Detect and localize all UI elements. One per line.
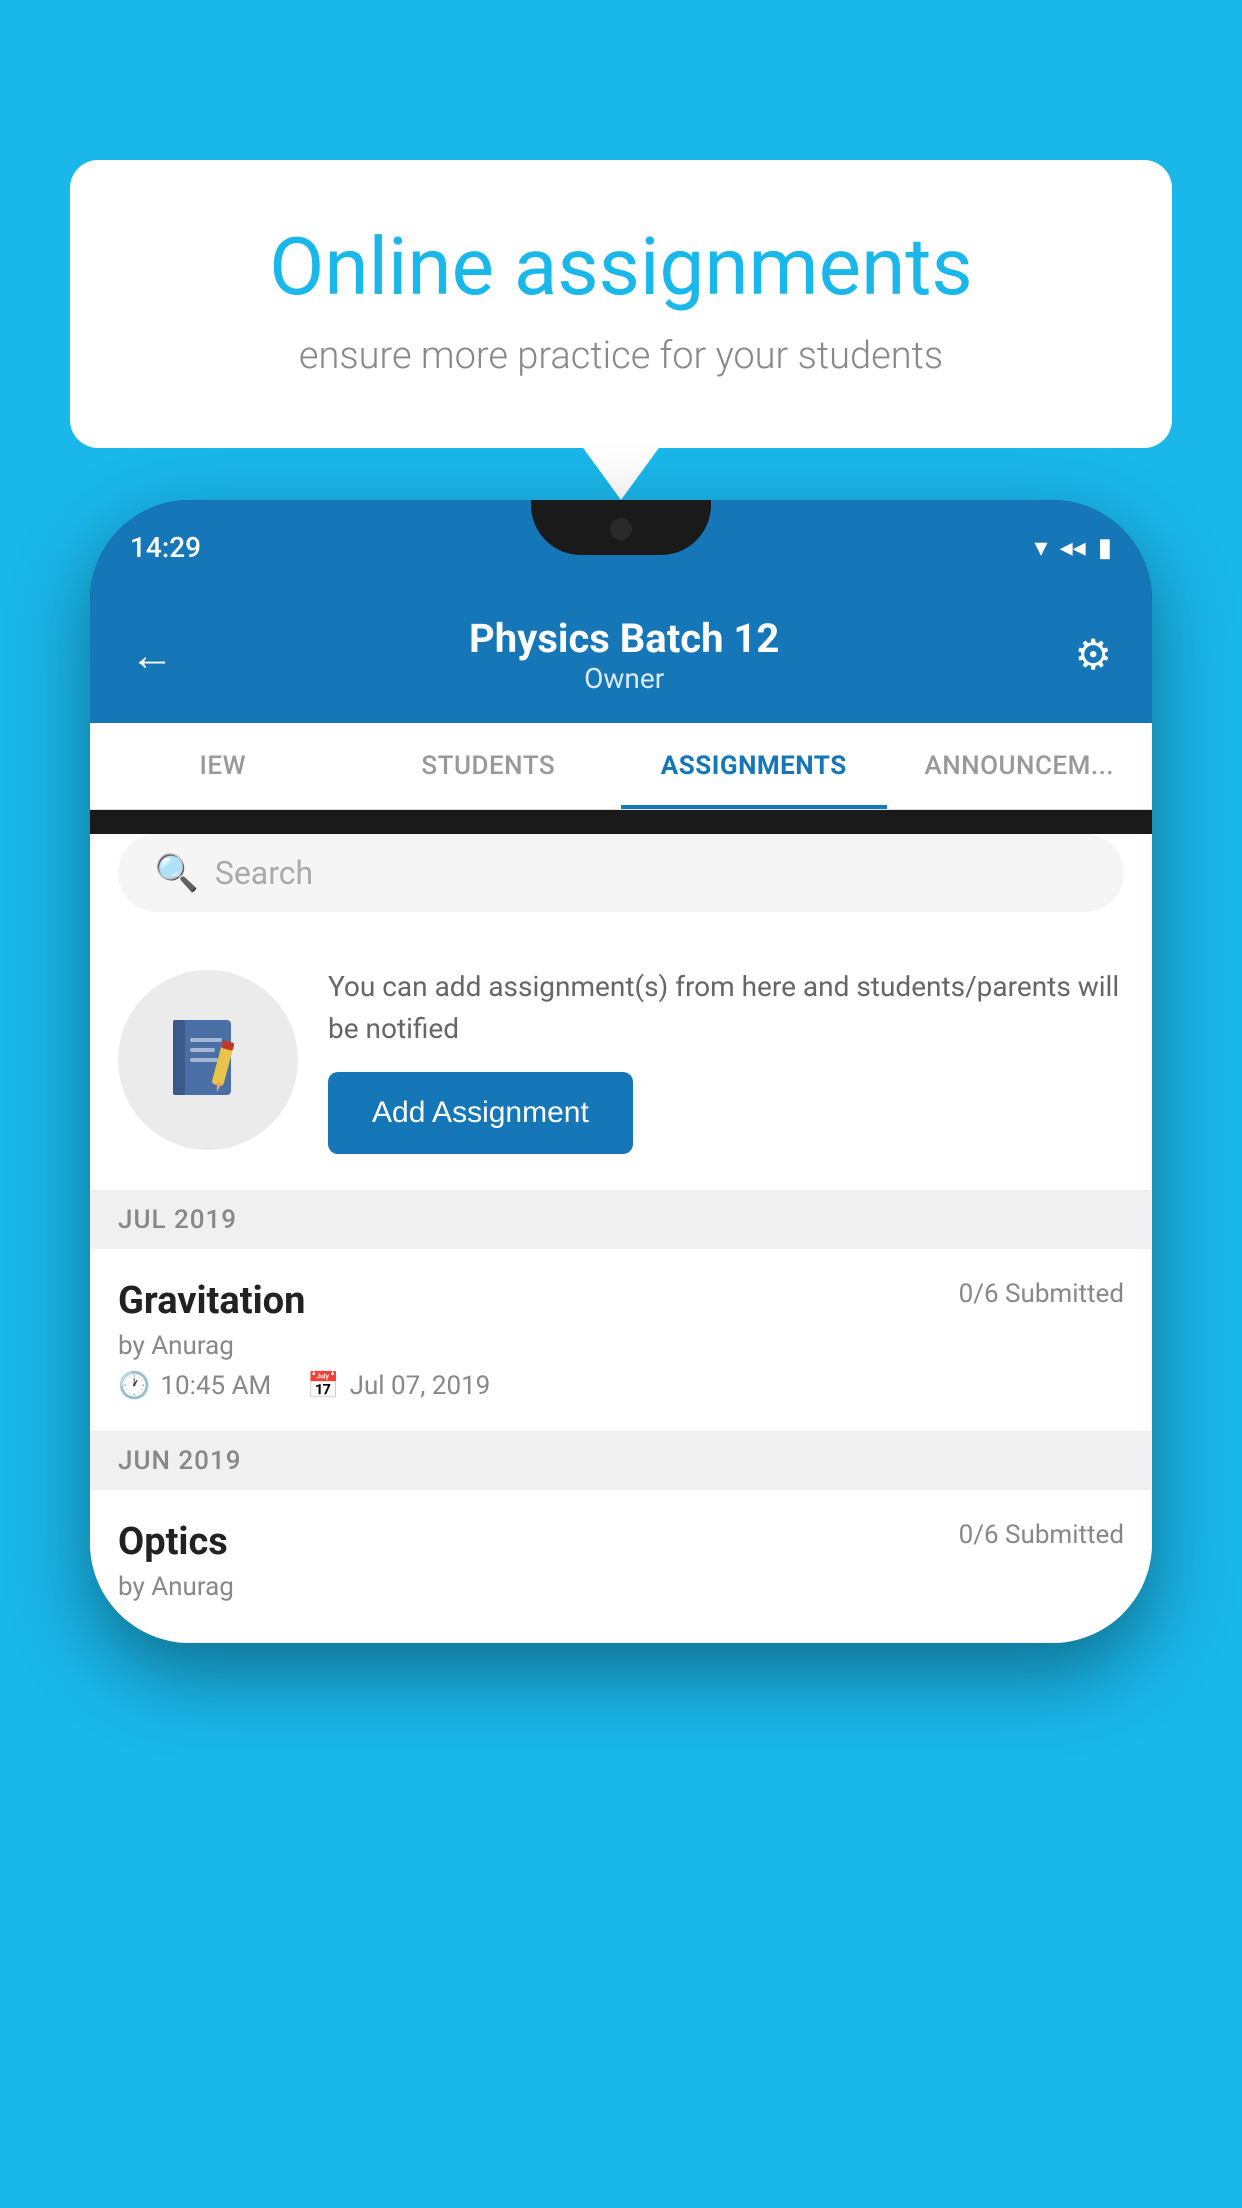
- assignment-name: Gravitation: [118, 1279, 305, 1323]
- add-assignment-button[interactable]: Add Assignment: [328, 1072, 633, 1154]
- header-subtitle: Owner: [469, 662, 779, 695]
- add-assignment-right: You can add assignment(s) from here and …: [328, 966, 1124, 1154]
- assignment-name-optics: Optics: [118, 1520, 228, 1564]
- notebook-icon-circle: [118, 970, 298, 1150]
- assignment-item-gravitation[interactable]: Gravitation 0/6 Submitted by Anurag 🕐 10…: [90, 1249, 1152, 1432]
- header-center: Physics Batch 12 Owner: [469, 615, 779, 695]
- status-icons: ▾ ◂◂ ▮: [1035, 533, 1112, 563]
- notebook-icon: [158, 1010, 258, 1110]
- assignment-submitted-optics: 0/6 Submitted: [959, 1520, 1124, 1550]
- tabs-bar: IEW STUDENTS ASSIGNMENTS ANNOUNCEM...: [90, 723, 1152, 810]
- wifi-icon: ▾: [1035, 533, 1048, 563]
- clock-icon: 🕐: [118, 1371, 150, 1401]
- assignment-author: by Anurag: [118, 1331, 1124, 1361]
- back-button[interactable]: ←: [130, 629, 174, 681]
- speech-bubble: Online assignments ensure more practice …: [70, 160, 1172, 448]
- tab-assignments[interactable]: ASSIGNMENTS: [621, 723, 887, 809]
- assignment-time: 🕐 10:45 AM: [118, 1371, 271, 1401]
- battery-icon: ▮: [1098, 533, 1112, 563]
- signal-icon: ◂◂: [1060, 533, 1086, 563]
- month-separator-jul: JUL 2019: [90, 1191, 1152, 1249]
- search-placeholder: Search: [215, 854, 313, 892]
- header-title: Physics Batch 12: [469, 615, 779, 662]
- status-bar: 14:29 ▾ ◂◂ ▮: [90, 500, 1152, 595]
- assignment-author-optics: by Anurag: [118, 1572, 1124, 1602]
- assignment-date: 📅 Jul 07, 2019: [307, 1371, 490, 1401]
- speech-bubble-container: Online assignments ensure more practice …: [70, 160, 1172, 448]
- assignment-row-top: Gravitation 0/6 Submitted: [118, 1279, 1124, 1323]
- notch: [531, 500, 711, 555]
- add-assignment-section: You can add assignment(s) from here and …: [90, 936, 1152, 1191]
- settings-button[interactable]: ⚙: [1074, 630, 1112, 680]
- camera: [610, 518, 632, 540]
- status-time: 14:29: [130, 531, 201, 564]
- speech-bubble-subtitle: ensure more practice for your students: [140, 334, 1102, 378]
- assignment-row-top-optics: Optics 0/6 Submitted: [118, 1520, 1124, 1564]
- tab-iew[interactable]: IEW: [90, 723, 356, 809]
- date-value: Jul 07, 2019: [350, 1371, 491, 1401]
- speech-bubble-title: Online assignments: [140, 220, 1102, 314]
- phone-mockup: 14:29 ▾ ◂◂ ▮ ← Physics Batch 12 Owner ⚙ …: [90, 500, 1152, 1643]
- tab-announcements[interactable]: ANNOUNCEM...: [887, 723, 1153, 809]
- time-value: 10:45 AM: [160, 1371, 271, 1401]
- phone-wrapper: 14:29 ▾ ◂◂ ▮ ← Physics Batch 12 Owner ⚙ …: [90, 500, 1152, 2208]
- app-content: 🔍 Search: [90, 834, 1152, 1643]
- search-bar[interactable]: 🔍 Search: [118, 834, 1124, 912]
- assignment-item-optics[interactable]: Optics 0/6 Submitted by Anurag: [90, 1490, 1152, 1643]
- assignment-submitted: 0/6 Submitted: [959, 1279, 1124, 1309]
- month-separator-jun: JUN 2019: [90, 1432, 1152, 1490]
- add-assignment-desc: You can add assignment(s) from here and …: [328, 966, 1124, 1050]
- calendar-icon: 📅: [307, 1371, 339, 1401]
- app-header: ← Physics Batch 12 Owner ⚙: [90, 595, 1152, 723]
- tab-students[interactable]: STUDENTS: [356, 723, 622, 809]
- search-icon: 🔍: [154, 852, 199, 894]
- assignment-meta: 🕐 10:45 AM 📅 Jul 07, 2019: [118, 1371, 1124, 1401]
